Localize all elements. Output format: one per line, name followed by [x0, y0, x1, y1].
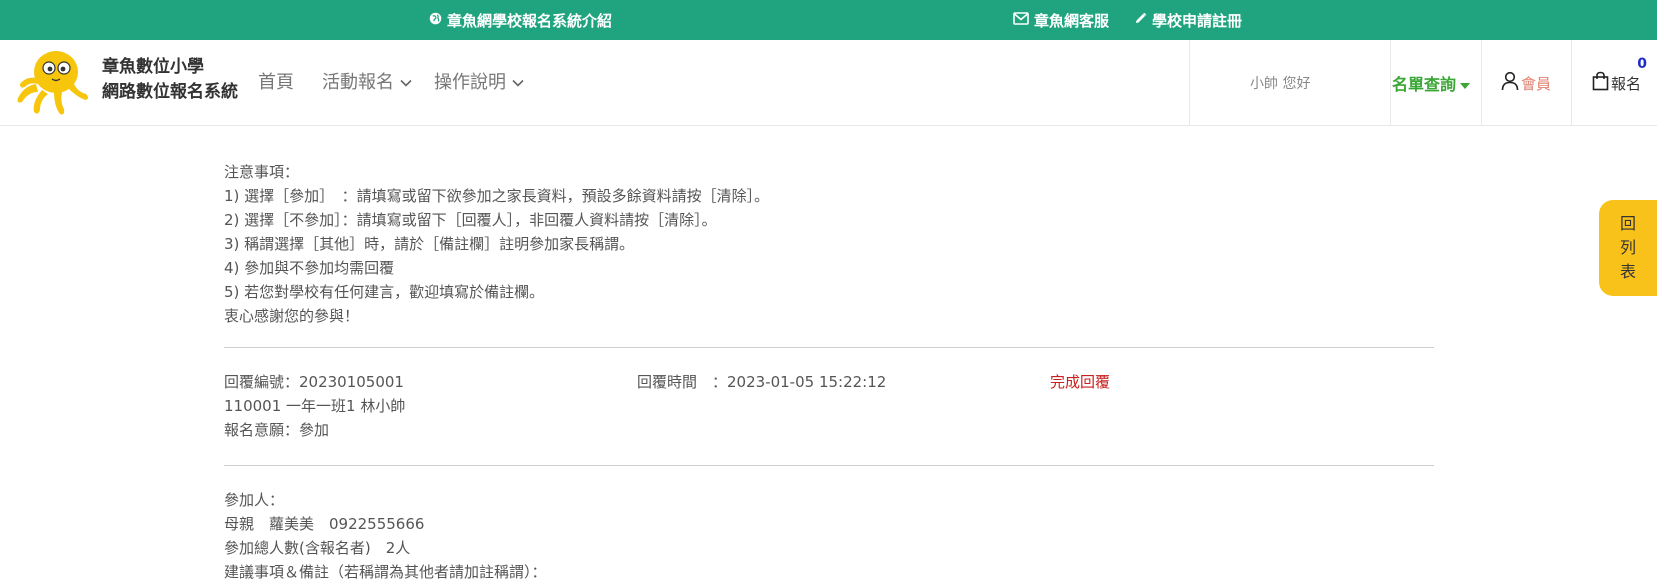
- notes-title: 注意事項：: [224, 163, 300, 181]
- school-register-link[interactable]: 學校申請註冊: [1134, 0, 1242, 40]
- user-greeting-text: 小帥 您好: [1250, 76, 1311, 92]
- member-link[interactable]: 會員: [1481, 40, 1571, 126]
- participant-row: 母親 蘿美美 0922555666: [224, 515, 425, 533]
- notes-item: 3) 稱謂選擇［其他］時，請於［備註欄］註明參加家長稱謂。: [224, 235, 635, 253]
- participant-total: 參加總人數(含報名者) 2人: [224, 539, 411, 557]
- reply-status: 完成回覆: [1050, 373, 1111, 391]
- section-divider: [224, 465, 1434, 466]
- signup-intent: 報名意願：參加: [224, 421, 330, 439]
- member-label: 會員: [1521, 74, 1552, 93]
- envelope-icon: [1013, 11, 1029, 29]
- globe-icon: [429, 11, 442, 29]
- site-header: 章魚數位小學 網路數位報名系統 首頁 活動報名 操作說明 小帥 您好 名單查詢 …: [0, 40, 1657, 126]
- system-intro-link[interactable]: 章魚網學校報名系統介紹: [429, 0, 612, 40]
- caret-down-icon: [1460, 74, 1471, 93]
- reply-time: 回覆時間 ：2023-01-05 15:22:12: [637, 373, 887, 391]
- notes-section: 注意事項： 1) 選擇［參加］ ：請填寫或留下欲參加之家長資料，預設多餘資料請按…: [224, 160, 1434, 328]
- signup-cart-link[interactable]: 報名 0: [1571, 40, 1657, 126]
- nav-guide-dropdown[interactable]: 操作說明: [434, 40, 524, 122]
- top-bar: 章魚網學校報名系統介紹 章魚網客服 學校申請註冊: [0, 0, 1657, 40]
- back-to-list-char: 列: [1619, 238, 1636, 257]
- notes-item: 4) 參加與不參加均需回覆: [224, 259, 395, 277]
- notes-item: 1) 選擇［參加］ ：請填寫或留下欲參加之家長資料，預設多餘資料請按［清除］。: [224, 187, 770, 205]
- notes-thanks: 衷心感謝您的參與！: [224, 307, 360, 325]
- reply-info: 回覆編號：20230105001 回覆時間 ：2023-01-05 15:22:…: [224, 370, 1434, 442]
- notes-item: 2) 選擇［不參加］：請填寫或留下［回覆人］，非回覆人資料請按［清除］。: [224, 211, 717, 229]
- back-to-list-button[interactable]: 回 列 表: [1599, 200, 1657, 296]
- reply-detail-content: 注意事項： 1) 選擇［參加］ ：請填寫或留下欲參加之家長資料，預設多餘資料請按…: [224, 160, 1434, 581]
- nav-activity-label: 活動報名: [322, 72, 394, 93]
- signup-label: 報名: [1611, 74, 1642, 93]
- system-intro-label: 章魚網學校報名系統介紹: [447, 11, 613, 30]
- section-divider: [224, 347, 1434, 348]
- nav-home-label: 首頁: [258, 72, 294, 93]
- list-query-label: 名單查詢: [1392, 75, 1457, 94]
- site-name-line2: 網路數位報名系統: [102, 82, 238, 102]
- remarks-label: 建議事項＆備註（若稱謂為其他者請加註稱謂）：: [224, 563, 547, 581]
- cart-count-badge: 0: [1637, 56, 1647, 72]
- nav-guide-label: 操作說明: [434, 72, 506, 93]
- shopping-bag-icon: [1592, 71, 1609, 95]
- school-register-label: 學校申請註冊: [1152, 11, 1243, 30]
- notes-item: 5) 若您對學校有任何建言，歡迎填寫於備註欄。: [224, 283, 545, 301]
- back-to-list-char: 回: [1619, 214, 1636, 233]
- site-name: 章魚數位小學 網路數位報名系統: [102, 55, 238, 105]
- nav-home[interactable]: 首頁: [258, 40, 294, 122]
- pencil-icon: [1134, 11, 1147, 29]
- customer-service-label: 章魚網客服: [1034, 11, 1110, 30]
- student-info: 110001 一年一班1 林小帥: [224, 397, 406, 415]
- nav-activity-dropdown[interactable]: 活動報名: [322, 40, 412, 122]
- user-greeting: 小帥 您好: [1189, 40, 1390, 126]
- octopus-logo[interactable]: [14, 46, 90, 118]
- participants-title: 參加人：: [224, 491, 285, 509]
- participants-section: 參加人： 母親 蘿美美 0922555666 參加總人數(含報名者) 2人 建議…: [224, 488, 547, 581]
- chevron-down-icon: [398, 71, 412, 92]
- chevron-down-icon: [510, 71, 524, 92]
- site-name-line1: 章魚數位小學: [102, 57, 204, 77]
- user-icon: [1501, 71, 1519, 95]
- customer-service-link[interactable]: 章魚網客服: [1013, 0, 1109, 40]
- reply-number: 回覆編號：20230105001: [224, 373, 404, 391]
- list-query-dropdown[interactable]: 名單查詢: [1390, 40, 1481, 126]
- back-to-list-char: 表: [1619, 262, 1636, 281]
